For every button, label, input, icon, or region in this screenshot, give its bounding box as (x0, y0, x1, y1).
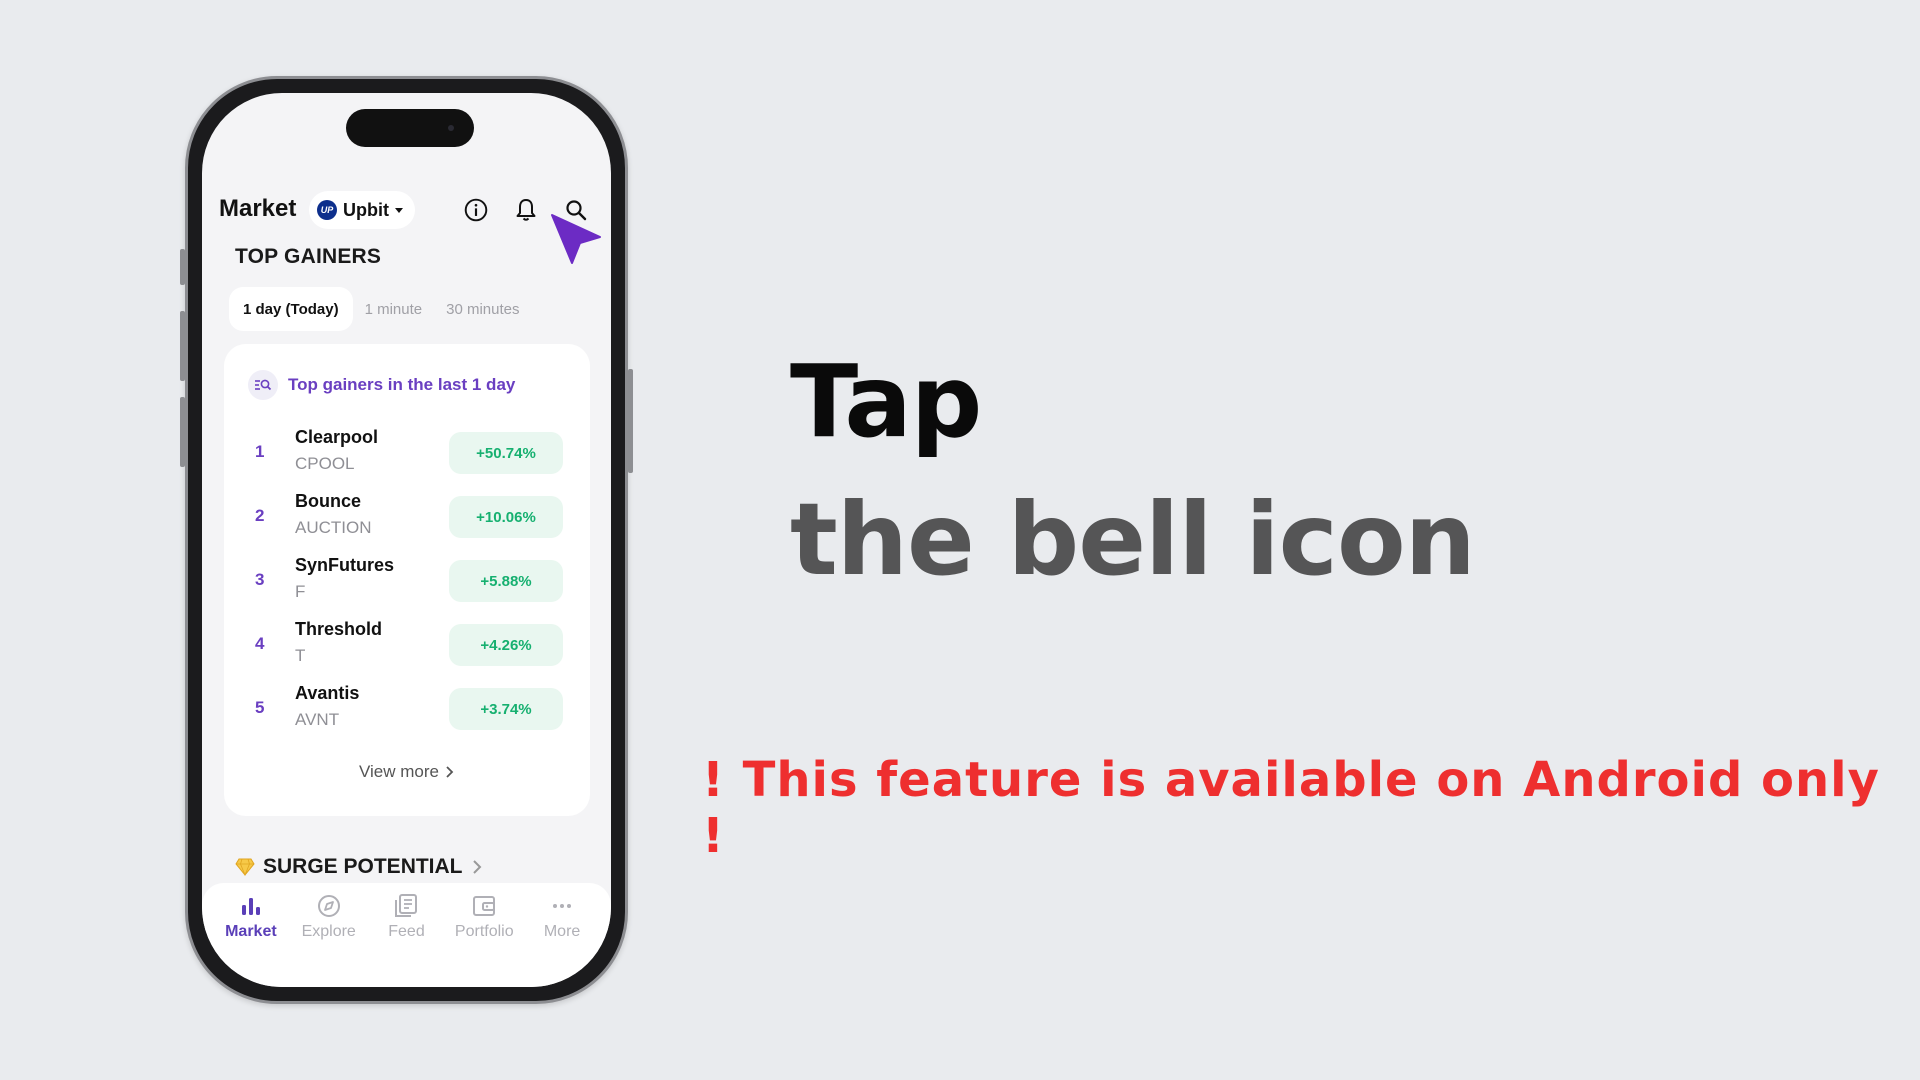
nav-label: Portfolio (454, 923, 514, 940)
chevron-right-icon (446, 766, 454, 778)
android-only-notice: ! This feature is available on Android o… (702, 752, 1880, 864)
exchange-selector[interactable]: UP Upbit (309, 191, 415, 229)
change-badge: +3.74% (449, 688, 563, 730)
tab-1-minute[interactable]: 1 minute (353, 287, 435, 331)
phone-volume-down (180, 397, 185, 467)
phone-power-button (628, 369, 633, 473)
exchange-name: Upbit (343, 199, 389, 220)
list-item[interactable]: 5 Avantis AVNT +3.74% (224, 678, 590, 742)
rank-number: 2 (255, 506, 265, 525)
list-item[interactable]: 2 Bounce AUCTION +10.06% (224, 486, 590, 550)
coin-symbol: AVNT (295, 710, 340, 729)
view-more-label: View more (359, 762, 439, 781)
upbit-logo-icon: UP (317, 200, 337, 220)
section-title-surge-potential: SURGE POTENTIAL (263, 855, 463, 878)
change-badge: +50.74% (449, 432, 563, 474)
instruction-heading: Tap (790, 343, 982, 460)
info-icon[interactable] (461, 195, 491, 225)
top-gainers-card: Top gainers in the last 1 day 1 Clearpoo… (224, 344, 590, 816)
nav-label: More (543, 923, 581, 940)
coin-symbol: F (295, 582, 306, 601)
phone-mockup: Market UP Upbit TOP GAINERS 1 day (Today… (180, 76, 633, 1004)
rank-number: 5 (255, 698, 265, 717)
more-dots-icon (553, 904, 572, 908)
card-heading: Top gainers in the last 1 day (248, 370, 515, 400)
nav-item-market[interactable]: Market (214, 893, 288, 987)
card-heading-text: Top gainers in the last 1 day (288, 375, 516, 394)
change-badge: +4.26% (449, 624, 563, 666)
coin-symbol: CPOOL (295, 454, 355, 473)
cursor-pointer-icon (551, 214, 601, 264)
bottom-navigation: Market Explore Feed Portfolio More (202, 883, 611, 987)
gainers-list: 1 Clearpool CPOOL +50.74% 2 Bounce AUCTI… (224, 422, 590, 742)
dynamic-island (346, 109, 474, 147)
wallet-icon (473, 896, 496, 916)
rank-number: 3 (255, 570, 265, 589)
compass-icon (317, 895, 340, 917)
change-badge: +5.88% (449, 560, 563, 602)
page-title: Market (219, 195, 297, 222)
phone-screen: Market UP Upbit TOP GAINERS 1 day (Today… (202, 93, 611, 987)
coin-symbol: T (295, 646, 306, 665)
coin-name: Avantis (295, 683, 360, 703)
list-search-icon (248, 370, 278, 400)
coin-name: Clearpool (295, 427, 379, 447)
rank-number: 4 (255, 634, 265, 653)
nav-item-feed[interactable]: Feed (369, 893, 443, 987)
phone-volume-up (180, 311, 185, 381)
surge-potential-header[interactable]: SURGE POTENTIAL (235, 855, 483, 879)
instruction-subheading: the bell icon (790, 481, 1476, 598)
coin-symbol: AUCTION (295, 518, 372, 537)
nav-label: Feed (388, 923, 425, 940)
change-badge: +10.06% (449, 496, 563, 538)
timeframe-tabs: 1 day (Today) 1 minute 30 minutes (229, 287, 532, 331)
coin-name: Bounce (295, 491, 362, 511)
rank-number: 1 (255, 442, 265, 461)
chevron-right-icon (472, 860, 481, 874)
view-more-button[interactable]: View more (224, 762, 590, 782)
list-item[interactable]: 4 Threshold T +4.26% (224, 614, 590, 678)
tab-30-minutes[interactable]: 30 minutes (434, 287, 531, 331)
nav-item-explore[interactable]: Explore (292, 893, 366, 987)
list-item[interactable]: 3 SynFutures F +5.88% (224, 550, 590, 614)
coin-name: SynFutures (295, 555, 395, 575)
diamond-icon (235, 858, 255, 876)
tab-1-day[interactable]: 1 day (Today) (229, 287, 353, 331)
nav-label: Market (225, 923, 277, 940)
bar-chart-icon (241, 898, 260, 915)
coin-name: Threshold (295, 619, 383, 639)
chevron-down-icon (394, 207, 403, 213)
phone-action-button (180, 249, 185, 285)
nav-label: Explore (301, 923, 356, 940)
list-item[interactable]: 1 Clearpool CPOOL +50.74% (224, 422, 590, 486)
nav-item-more[interactable]: More (525, 893, 599, 987)
feed-icon (395, 894, 418, 917)
nav-item-portfolio[interactable]: Portfolio (447, 893, 521, 987)
bell-icon[interactable] (511, 195, 541, 225)
section-title-top-gainers: TOP GAINERS (235, 245, 382, 268)
